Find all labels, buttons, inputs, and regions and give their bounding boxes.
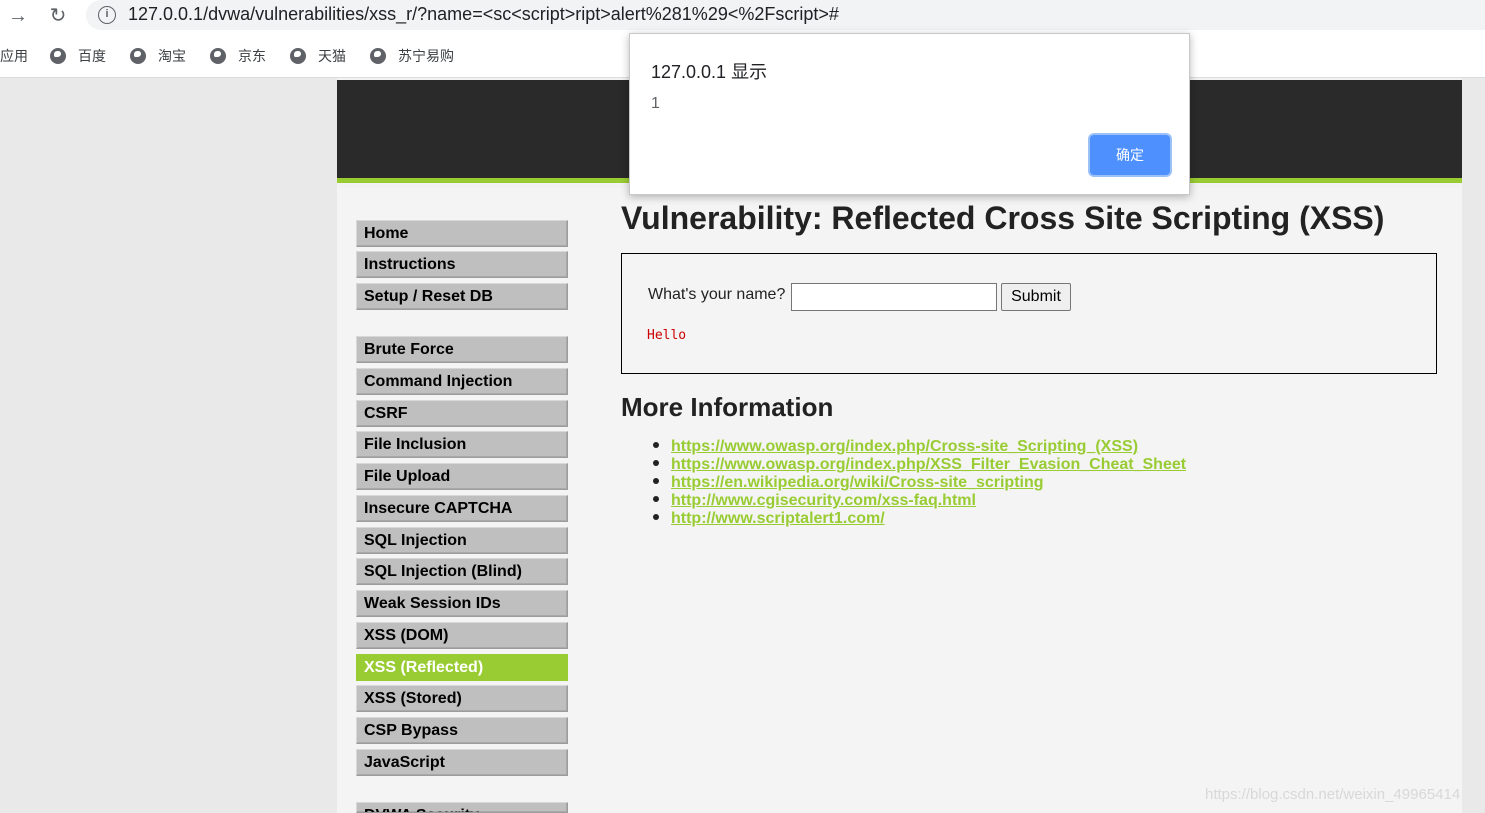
address-bar[interactable]: i 127.0.0.1/dvwa/vulnerabilities/xss_r/?… [86,0,1485,30]
more-info-links: https://www.owasp.org/index.php/Cross-si… [653,438,1186,528]
watermark: https://blog.csdn.net/weixin_49965414 [1205,786,1461,803]
name-input[interactable] [791,283,997,311]
menu-item-sql-injection-blind[interactable]: SQL Injection (Blind) [356,558,568,585]
list-item: https://www.owasp.org/index.php/Cross-si… [653,438,1186,456]
reload-icon[interactable]: ↻ [46,4,70,28]
menu-item-weak-session-ids[interactable]: Weak Session IDs [356,590,568,617]
menu-item-dvwa-security[interactable]: DVWA Security [356,802,568,813]
menu-item-home[interactable]: Home [356,220,568,247]
menu-item-xss-reflected[interactable]: XSS (Reflected) [356,654,568,681]
globe-icon [290,48,306,64]
link-owasp-xss[interactable]: https://www.owasp.org/index.php/Cross-si… [671,438,1138,455]
bullet-icon [653,478,659,484]
submit-button[interactable]: Submit [1001,283,1071,311]
page-title: Vulnerability: Reflected Cross Site Scri… [621,200,1385,236]
globe-icon [50,48,66,64]
menu-item-csp-bypass[interactable]: CSP Bypass [356,717,568,744]
vulnerable-code-area: What's your name? Submit Hello [621,253,1437,374]
bookmark-label: 应用 [0,48,28,64]
menu-item-file-inclusion[interactable]: File Inclusion [356,431,568,458]
bookmark-label: 淘宝 [158,48,186,64]
list-item: https://www.owasp.org/index.php/XSS_Filt… [653,456,1186,474]
menu-item-xss-dom[interactable]: XSS (DOM) [356,622,568,649]
list-item: https://en.wikipedia.org/wiki/Cross-site… [653,474,1186,492]
bookmark-apps[interactable]: 应用 [0,46,28,66]
browser-toolbar: → ↻ i 127.0.0.1/dvwa/vulnerabilities/xss… [0,0,1485,32]
menu-item-javascript[interactable]: JavaScript [356,749,568,776]
page-right-margin [1462,78,1485,813]
more-info-heading: More Information [621,392,834,422]
bullet-icon [653,460,659,466]
alert-message: 1 [651,95,660,112]
bookmark-label: 京东 [238,48,266,64]
bookmark-label: 天猫 [318,48,346,64]
menu-item-instructions[interactable]: Instructions [356,251,568,278]
url-text[interactable]: 127.0.0.1/dvwa/vulnerabilities/xss_r/?na… [128,4,839,25]
bullet-icon [653,442,659,448]
globe-icon [210,48,226,64]
alert-title: 127.0.0.1 显示 [651,62,768,82]
bookmark-jd[interactable]: 京东 [210,46,266,66]
bookmark-label: 苏宁易购 [398,48,454,64]
list-item: http://www.scriptalert1.com/ [653,510,1186,528]
menu-item-file-upload[interactable]: File Upload [356,463,568,490]
menu-item-csrf[interactable]: CSRF [356,400,568,427]
menu-item-brute-force[interactable]: Brute Force [356,336,568,363]
list-item: http://www.cgisecurity.com/xss-faq.html [653,492,1186,510]
output-text: Hello [647,328,687,343]
info-icon[interactable]: i [98,6,116,24]
menu-item-insecure-captcha[interactable]: Insecure CAPTCHA [356,495,568,522]
menu-item-setup[interactable]: Setup / Reset DB [356,283,568,310]
bookmark-baidu[interactable]: 百度 [50,46,106,66]
alert-dialog: 127.0.0.1 显示 1 确定 [629,33,1190,195]
menu-item-command-injection[interactable]: Command Injection [356,368,568,395]
menu-item-xss-stored[interactable]: XSS (Stored) [356,685,568,712]
bookmark-taobao[interactable]: 淘宝 [130,46,186,66]
globe-icon [130,48,146,64]
bookmark-tmall[interactable]: 天猫 [290,46,346,66]
bookmark-label: 百度 [78,48,106,64]
name-label: What's your name? [648,286,786,303]
link-owasp-filter-evasion[interactable]: https://www.owasp.org/index.php/XSS_Filt… [671,456,1186,473]
link-wikipedia-xss[interactable]: https://en.wikipedia.org/wiki/Cross-site… [671,474,1044,491]
bullet-icon [653,514,659,520]
link-scriptalert1[interactable]: http://www.scriptalert1.com/ [671,510,885,527]
globe-icon [370,48,386,64]
bullet-icon [653,496,659,502]
page-left-margin [0,78,337,813]
bookmark-suning[interactable]: 苏宁易购 [370,46,454,66]
link-cgisecurity[interactable]: http://www.cgisecurity.com/xss-faq.html [671,492,976,509]
forward-arrow-icon[interactable]: → [6,4,30,28]
alert-ok-button[interactable]: 确定 [1090,135,1170,175]
menu-item-sql-injection[interactable]: SQL Injection [356,527,568,554]
